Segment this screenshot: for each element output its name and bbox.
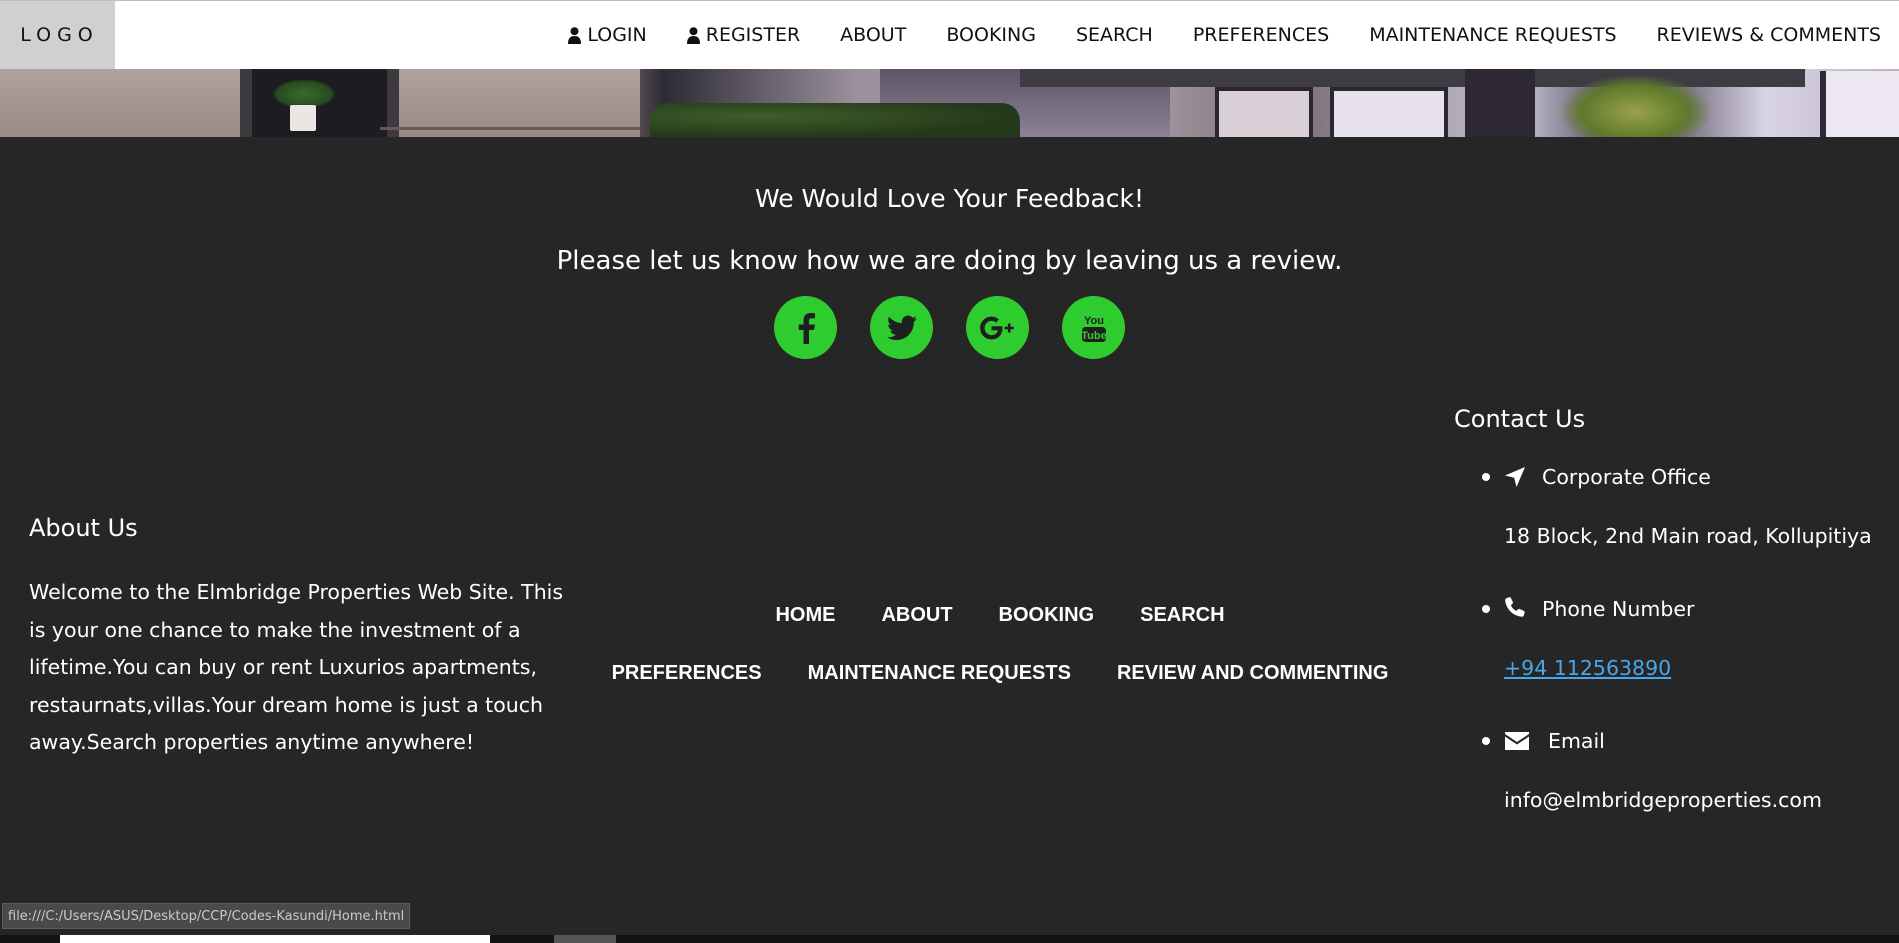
nav-search[interactable]: SEARCH [1076, 24, 1153, 46]
footer-nav: HOME ABOUT BOOKING SEARCH PREFERENCES MA… [612, 604, 1389, 720]
svg-text:Tube: Tube [1081, 330, 1106, 342]
user-icon [568, 26, 582, 44]
contact-list: Corporate Office 18 Block, 2nd Main road… [1454, 462, 1884, 818]
nav-maintenance-requests[interactable]: MAINTENANCE REQUESTS [1369, 24, 1616, 46]
contact-office: Corporate Office 18 Block, 2nd Main road… [1454, 462, 1884, 554]
feedback-subtitle: Please let us know how we are doing by l… [556, 246, 1343, 276]
youtube-icon: You Tube [1081, 315, 1106, 342]
footer-nav-row-1: HOME ABOUT BOOKING SEARCH [620, 604, 1380, 630]
svg-text:You: You [1084, 315, 1104, 327]
contact-email: Email info@elmbridgeproperties.com [1454, 726, 1884, 818]
feedback-title: We Would Love Your Feedback! [754, 184, 1145, 213]
nav-reviews-comments[interactable]: REVIEWS & COMMENTS [1657, 24, 1881, 46]
youtube-button[interactable]: You Tube [1062, 296, 1125, 359]
twitter-button[interactable] [870, 296, 933, 359]
about-title: About Us [29, 514, 138, 542]
nav-register-label: REGISTER [705, 24, 801, 46]
nav-booking[interactable]: BOOKING [946, 24, 1036, 46]
twitter-icon [886, 315, 917, 340]
status-bar-url: file:///C:/Users/ASUS/Desktop/CCP/Codes-… [2, 903, 411, 929]
bottom-image-strip [0, 935, 1899, 943]
email-value: info@elmbridgeproperties.com [1504, 788, 1822, 812]
user-icon [686, 26, 700, 44]
footer-link-search[interactable]: SEARCH [1140, 604, 1224, 630]
facebook-icon [798, 312, 815, 344]
phone-icon [1505, 597, 1525, 617]
footer-link-booking[interactable]: BOOKING [999, 604, 1095, 630]
nav-preferences[interactable]: PREFERENCES [1193, 24, 1329, 46]
office-address: 18 Block, 2nd Main road, Kollupitiya [1504, 524, 1872, 548]
bullet [1482, 605, 1490, 613]
phone-value: +94 112563890 [1454, 656, 1884, 686]
social-links: You Tube [774, 296, 1158, 359]
main-nav: LOGIN REGISTER ABOUT BOOKING SEARCH PREF… [528, 1, 1881, 69]
facebook-button[interactable] [774, 296, 837, 359]
email-label: Email [1548, 729, 1605, 753]
footer-link-home[interactable]: HOME [775, 604, 835, 630]
hero-image [0, 69, 1899, 137]
envelope-icon [1505, 732, 1529, 750]
phone-label: Phone Number [1542, 597, 1695, 621]
bullet [1482, 473, 1490, 481]
google-plus-button[interactable] [966, 296, 1029, 359]
footer-link-review-commenting[interactable]: REVIEW AND COMMENTING [1117, 662, 1388, 688]
office-label: Corporate Office [1542, 465, 1711, 489]
top-navbar: LOGO LOGIN REGISTER ABOUT BOOKING SEARCH… [0, 0, 1899, 69]
footer-link-about[interactable]: ABOUT [881, 604, 952, 630]
contact-phone: Phone Number +94 112563890 [1454, 594, 1884, 686]
bullet [1482, 737, 1490, 745]
nav-login[interactable]: LOGIN [568, 24, 647, 46]
nav-register[interactable]: REGISTER [686, 24, 801, 46]
google-plus-icon [979, 316, 1014, 339]
footer-link-maintenance-requests[interactable]: MAINTENANCE REQUESTS [808, 662, 1071, 688]
footer-nav-row-2: PREFERENCES MAINTENANCE REQUESTS REVIEW … [612, 662, 1389, 688]
footer-link-preferences[interactable]: PREFERENCES [612, 662, 762, 688]
nav-login-label: LOGIN [587, 24, 647, 46]
contact-title: Contact Us [1454, 405, 1586, 433]
phone-link[interactable]: +94 112563890 [1504, 656, 1671, 680]
about-text: Welcome to the Elmbridge Properties Web … [29, 580, 564, 754]
location-arrow-icon [1505, 467, 1525, 487]
nav-about[interactable]: ABOUT [840, 24, 906, 46]
logo[interactable]: LOGO [0, 1, 115, 69]
